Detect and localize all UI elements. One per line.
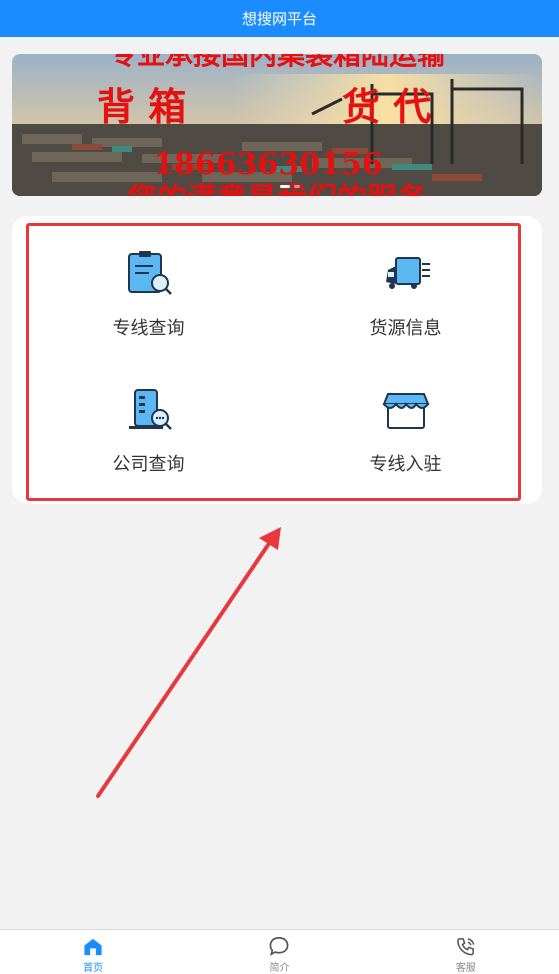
phone-icon — [456, 938, 475, 956]
menu-item-route-join[interactable]: 专线入驻 — [273, 356, 538, 476]
home-icon — [84, 938, 102, 956]
menu-item-label: 专线入驻 — [369, 454, 442, 475]
app-header: 想搜网平台 — [0, 0, 559, 37]
truck-icon — [385, 257, 430, 289]
banner-slogan-bottom: 您的满意是我们的服务 — [127, 182, 427, 196]
banner-slogan-top: 专业承接国内集装箱陆运输 — [109, 54, 446, 71]
chat-bubble-icon — [270, 937, 289, 956]
menu-item-label: 公司查询 — [112, 454, 185, 475]
route-search-icon — [127, 251, 172, 295]
tab-label: 首页 — [83, 963, 104, 974]
bottom-tab-bar: 首页 简介 客服 — [0, 929, 559, 974]
tab-customer-service[interactable]: 客服 — [373, 930, 559, 974]
menu-item-cargo-info[interactable]: 货源信息 — [273, 220, 538, 340]
banner-phone: 18663630156 — [153, 147, 383, 182]
banner-tag-left: 背 箱 — [97, 84, 186, 129]
storefront-icon — [382, 393, 429, 429]
banner-tag-right: 货 代 — [342, 84, 431, 129]
tab-label: 简介 — [269, 963, 290, 974]
company-search-icon — [128, 389, 172, 430]
menu-item-label: 货源信息 — [369, 318, 442, 339]
banner-carousel[interactable]: 专业承接国内集装箱陆运输 背 箱 货 代 18663630156 您的满意是我们… — [12, 54, 542, 196]
tab-label: 客服 — [455, 963, 476, 974]
menu-item-company-search[interactable]: 公司查询 — [16, 356, 281, 476]
menu-item-label: 专线查询 — [112, 318, 185, 339]
tab-home[interactable]: 首页 — [0, 930, 186, 974]
menu-card: 专线查询 货源信息 公司查询 专线入驻 — [12, 216, 542, 504]
menu-item-route-search[interactable]: 专线查询 — [16, 220, 281, 340]
page-title: 想搜网平台 — [241, 10, 317, 28]
menu-grid: 专线查询 货源信息 公司查询 专线入驻 — [12, 216, 542, 504]
banner-image: 专业承接国内集装箱陆运输 背 箱 货 代 18663630156 您的满意是我们… — [12, 54, 542, 196]
tab-intro[interactable]: 简介 — [186, 930, 372, 974]
